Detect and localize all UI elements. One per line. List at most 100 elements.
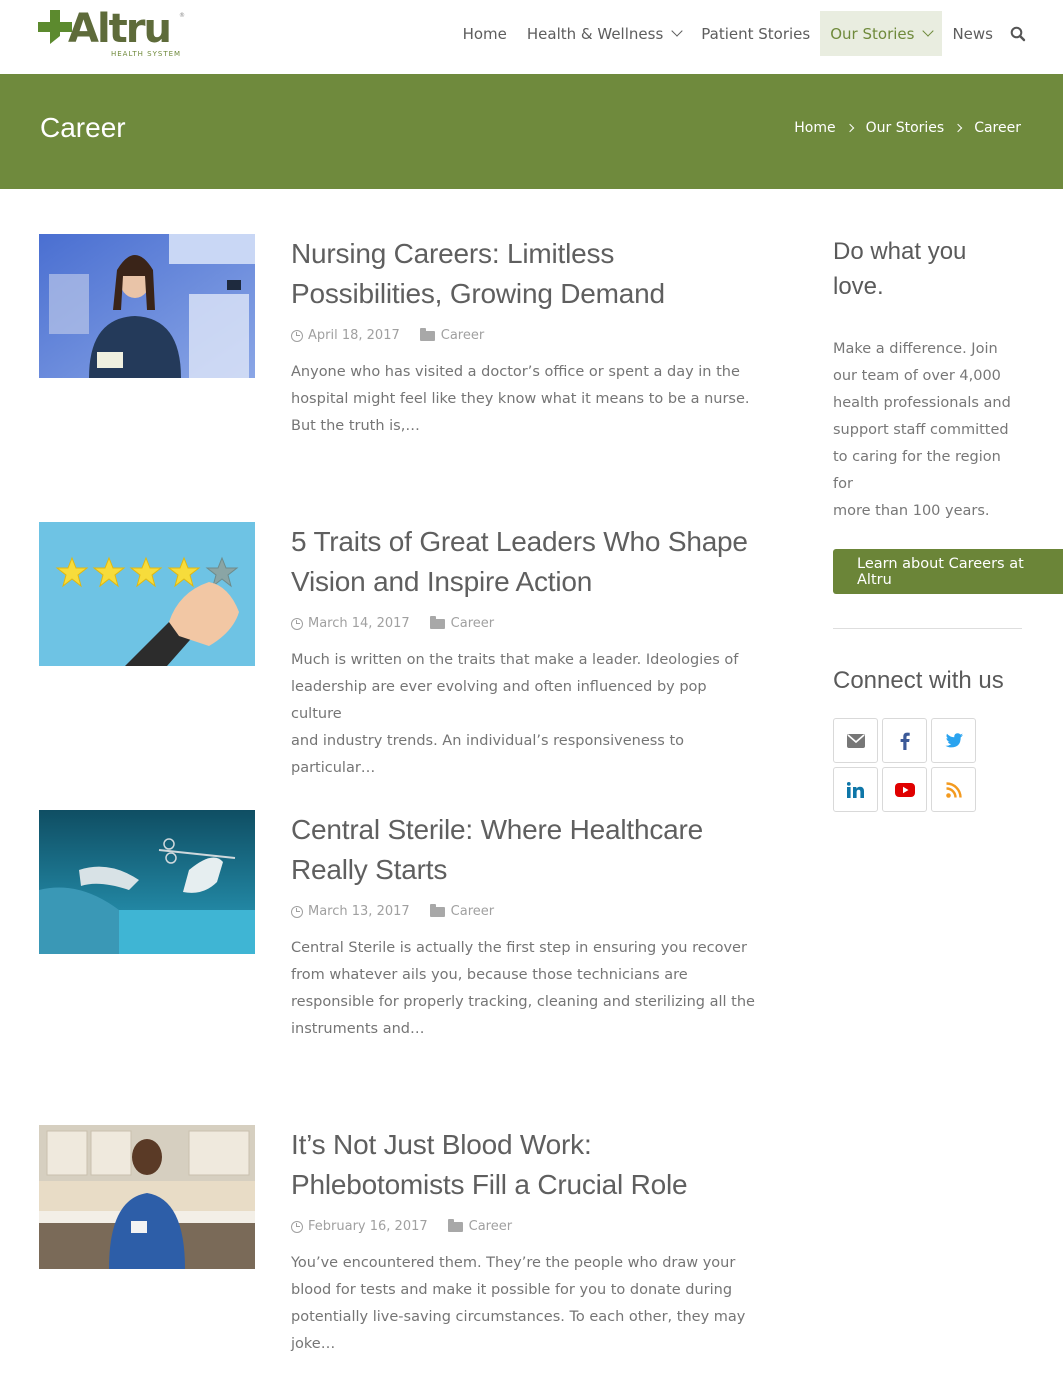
post-title-line: Possibilities, Growing Demand [291,278,665,309]
youtube-icon[interactable] [882,767,927,812]
nav-news-label: News [952,24,993,43]
excerpt-line: Central Sterile is actually the first st… [291,940,747,956]
excerpt-line: responsible for properly tracking, clean… [291,994,755,1010]
nav-our-stories[interactable]: Our Stories [820,11,943,56]
clock-icon [291,905,303,918]
post-excerpt: You’ve encountered them. They’re the peo… [291,1250,761,1358]
excerpt-line: blood for tests and make it possible for… [291,1282,733,1298]
post-category[interactable]: Career [451,616,494,631]
nav-health-wellness[interactable]: Health & Wellness [517,11,691,56]
folder-icon [419,327,435,341]
post-category[interactable]: Career [469,1219,512,1234]
breadcrumb: Home Our Stories Career [794,120,1021,136]
sidebar-heading-line: Do what you [833,238,967,265]
page-banner: Career Home Our Stories Career [0,74,1063,189]
post-title-line: Nursing Careers: Limitless [291,238,615,269]
altru-logo[interactable]: Altru ® HEALTH SYSTEM [38,6,198,60]
sidebar-text-line: to caring for the region for [833,449,1001,492]
logo-subtitle: HEALTH SYSTEM [111,50,182,58]
post-title[interactable]: Central Sterile: Where Healthcare Really… [291,810,761,890]
excerpt-line: Anyone who has visited a doctor’s office… [291,364,740,380]
sidebar-text-line: our team of over 4,000 [833,368,1001,384]
post-title[interactable]: Nursing Careers: Limitless Possibilities… [291,234,761,314]
post-thumbnail-surgery[interactable] [39,810,255,954]
connect-heading: Connect with us [833,667,1004,694]
chevron-down-icon [922,25,935,37]
nav-news[interactable]: News [942,11,1003,56]
clock-icon [291,617,303,630]
twitter-icon[interactable] [931,718,976,763]
breadcrumb-our-stories[interactable]: Our Stories [866,120,945,136]
linkedin-icon[interactable] [833,767,878,812]
post-title-line: 5 Traits of Great Leaders Who Shape [291,526,748,557]
post-excerpt: Central Sterile is actually the first st… [291,935,761,1043]
post-thumbnail-phlebotomist[interactable] [39,1125,255,1269]
chevron-right-icon [953,123,963,133]
post-title-line: Phlebotomists Fill a Crucial Role [291,1169,688,1200]
post-thumbnail-stars[interactable] [39,522,255,666]
excerpt-line: Much is written on the traits that make … [291,652,739,668]
excerpt-line: You’ve encountered them. They’re the peo… [291,1255,736,1271]
excerpt-line: leadership are ever evolving and often i… [291,679,707,722]
post-body: Central Sterile: Where Healthcare Really… [291,810,761,1043]
sidebar-heading: Do what you love. [833,234,1063,304]
post-meta: February 16, 2017 Career [291,1218,761,1234]
excerpt-line: from whatever ails you, because those te… [291,967,688,983]
social-links [833,718,976,812]
post-date: February 16, 2017 [308,1219,428,1234]
post-thumbnail-nurse[interactable] [39,234,255,378]
careers-cta-button[interactable]: Learn about Careers at Altru [833,549,1063,594]
excerpt-line: and industry trends. An individual’s res… [291,733,685,776]
post-category[interactable]: Career [451,904,494,919]
logo-cross-icon [38,10,72,44]
sidebar-divider [833,628,1022,629]
post-title-line: Really Starts [291,854,448,885]
clock-icon [291,1220,303,1233]
post-title-line: Vision and Inspire Action [291,566,593,597]
nav-our-stories-label: Our Stories [830,24,915,43]
email-icon[interactable] [833,718,878,763]
logo-registered: ® [179,12,185,19]
excerpt-line: potentially live-saving circumstances. T… [291,1309,746,1325]
post-meta: March 14, 2017 Career [291,615,761,631]
nav-home-label: Home [462,24,507,43]
sidebar: Do what you love. Make a difference. Joi… [833,234,1063,812]
post-title-line: Central Sterile: Where Healthcare [291,814,704,845]
chevron-right-icon [845,123,854,133]
nav-patient-stories[interactable]: Patient Stories [691,11,820,56]
post-meta: March 13, 2017 Career [291,903,761,919]
post-meta: April 18, 2017 Career [291,327,761,343]
page-title: Career [40,112,126,143]
excerpt-line: hospital might feel like they know what … [291,391,750,407]
breadcrumb-home[interactable]: Home [794,120,835,136]
post-category[interactable]: Career [441,328,484,343]
post-body: Nursing Careers: Limitless Possibilities… [291,234,761,440]
post-excerpt: Much is written on the traits that make … [291,647,761,782]
excerpt-line: instruments and… [291,1021,425,1037]
site-header: Altru ® HEALTH SYSTEM Home Health & Well… [0,0,1063,74]
sidebar-text-line: health professionals and [833,395,1011,411]
sidebar-text-line: more than 100 years. [833,503,990,519]
main-nav: Home Health & Wellness Patient Stories O… [453,11,1033,56]
post-date: March 13, 2017 [308,904,410,919]
post-title[interactable]: It’s Not Just Blood Work: Phlebotomists … [291,1125,761,1205]
nav-health-wellness-label: Health & Wellness [526,24,664,43]
facebook-icon[interactable] [882,718,927,763]
post-body: It’s Not Just Blood Work: Phlebotomists … [291,1125,761,1358]
folder-icon [429,615,445,629]
chevron-down-icon [671,25,683,37]
rss-icon[interactable] [931,767,976,812]
folder-icon [447,1218,463,1232]
sidebar-heading-line: love. [833,273,884,300]
clock-icon [291,329,303,342]
sidebar-text-line: support staff committed [833,422,1009,438]
search-icon[interactable] [1003,11,1033,56]
sidebar-text-line: Make a difference. Join [833,341,998,357]
post-date: March 14, 2017 [308,616,410,631]
breadcrumb-current: Career [974,120,1021,136]
excerpt-line: joke… [291,1336,336,1352]
post-title[interactable]: 5 Traits of Great Leaders Who Shape Visi… [291,522,761,602]
logo-wordmark: Altru [68,6,172,52]
sidebar-text: Make a difference. Join our team of over… [833,336,1023,525]
nav-home[interactable]: Home [453,11,517,56]
